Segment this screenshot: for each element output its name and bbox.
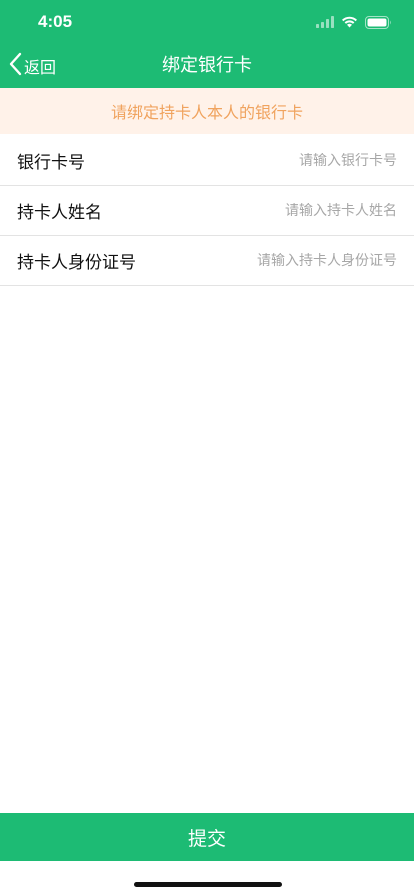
home-indicator [134, 882, 282, 887]
page-title: 绑定银行卡 [162, 55, 252, 76]
card-number-input[interactable] [177, 152, 397, 169]
id-number-label: 持卡人身份证号 [17, 253, 136, 273]
status-icons [316, 15, 392, 29]
signal-icon [316, 16, 334, 28]
card-number-label: 银行卡号 [17, 153, 85, 173]
id-number-row: 持卡人身份证号 [0, 236, 414, 286]
wifi-icon [341, 16, 358, 28]
status-bar: 4:05 [0, 0, 414, 44]
submit-button[interactable]: 提交 [0, 813, 414, 861]
bind-bank-card-screen: 4:05 返回 绑定银行卡 请绑定持卡人本人的银行卡 银行卡号 请输入银行卡号 … [0, 0, 414, 896]
cardholder-name-input[interactable] [177, 202, 397, 219]
card-number-row: 银行卡号 [0, 136, 414, 186]
app-header: 4:05 返回 绑定银行卡 [0, 0, 414, 88]
bank-card-form: 银行卡号 持卡人姓名 持卡人身份证号 [0, 136, 414, 286]
cardholder-name-row: 持卡人姓名 [0, 186, 414, 236]
nav-bar: 返回 绑定银行卡 [0, 44, 414, 88]
notice-text: 请绑定持卡人本人的银行卡 [110, 103, 303, 122]
battery-icon [365, 15, 392, 29]
status-time: 4:05 [38, 12, 73, 31]
id-number-input[interactable] [177, 252, 397, 269]
cardholder-name-label: 持卡人姓名 [17, 203, 102, 223]
notice-banner: 请绑定持卡人本人的银行卡 [0, 88, 414, 134]
